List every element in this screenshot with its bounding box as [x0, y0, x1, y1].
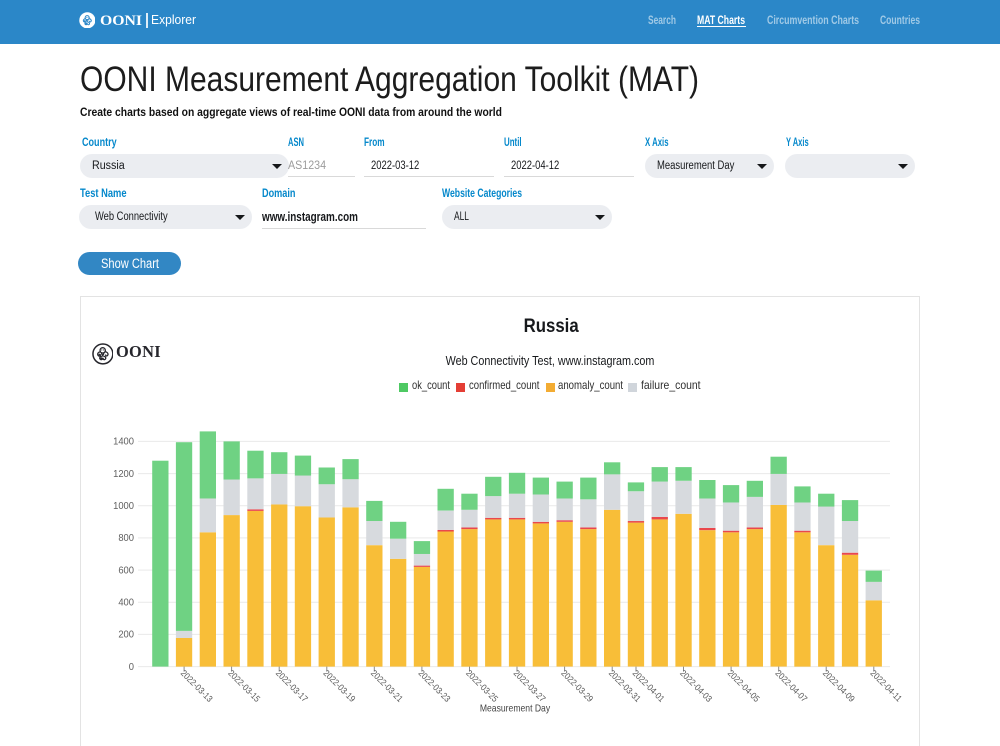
svg-text:2022-03-23: 2022-03-23	[416, 668, 453, 705]
svg-text:2022-03-21: 2022-03-21	[369, 668, 406, 705]
svg-text:2022-03-27: 2022-03-27	[512, 668, 549, 705]
svg-text:2022-04-07: 2022-04-07	[773, 668, 810, 705]
svg-text:400: 400	[118, 597, 134, 608]
svg-text:2022-03-13: 2022-03-13	[179, 668, 216, 705]
svg-text:2022-04-11: 2022-04-11	[868, 668, 904, 704]
svg-text:2022-03-29: 2022-03-29	[559, 668, 596, 705]
svg-text:2022-03-15: 2022-03-15	[226, 668, 263, 705]
svg-text:1400: 1400	[113, 436, 134, 447]
svg-text:0: 0	[129, 662, 135, 673]
svg-text:600: 600	[118, 565, 134, 576]
svg-text:2022-04-05: 2022-04-05	[726, 668, 763, 705]
svg-text:1000: 1000	[113, 501, 134, 512]
svg-text:1200: 1200	[113, 469, 134, 480]
svg-text:2022-04-09: 2022-04-09	[821, 668, 858, 705]
svg-text:800: 800	[118, 533, 134, 544]
svg-text:200: 200	[118, 629, 134, 640]
svg-text:2022-03-17: 2022-03-17	[274, 668, 311, 705]
svg-text:2022-03-19: 2022-03-19	[321, 668, 358, 705]
svg-text:Measurement Day: Measurement Day	[480, 703, 550, 715]
svg-text:2022-03-25: 2022-03-25	[464, 668, 501, 705]
svg-text:2022-04-03: 2022-04-03	[678, 668, 715, 705]
